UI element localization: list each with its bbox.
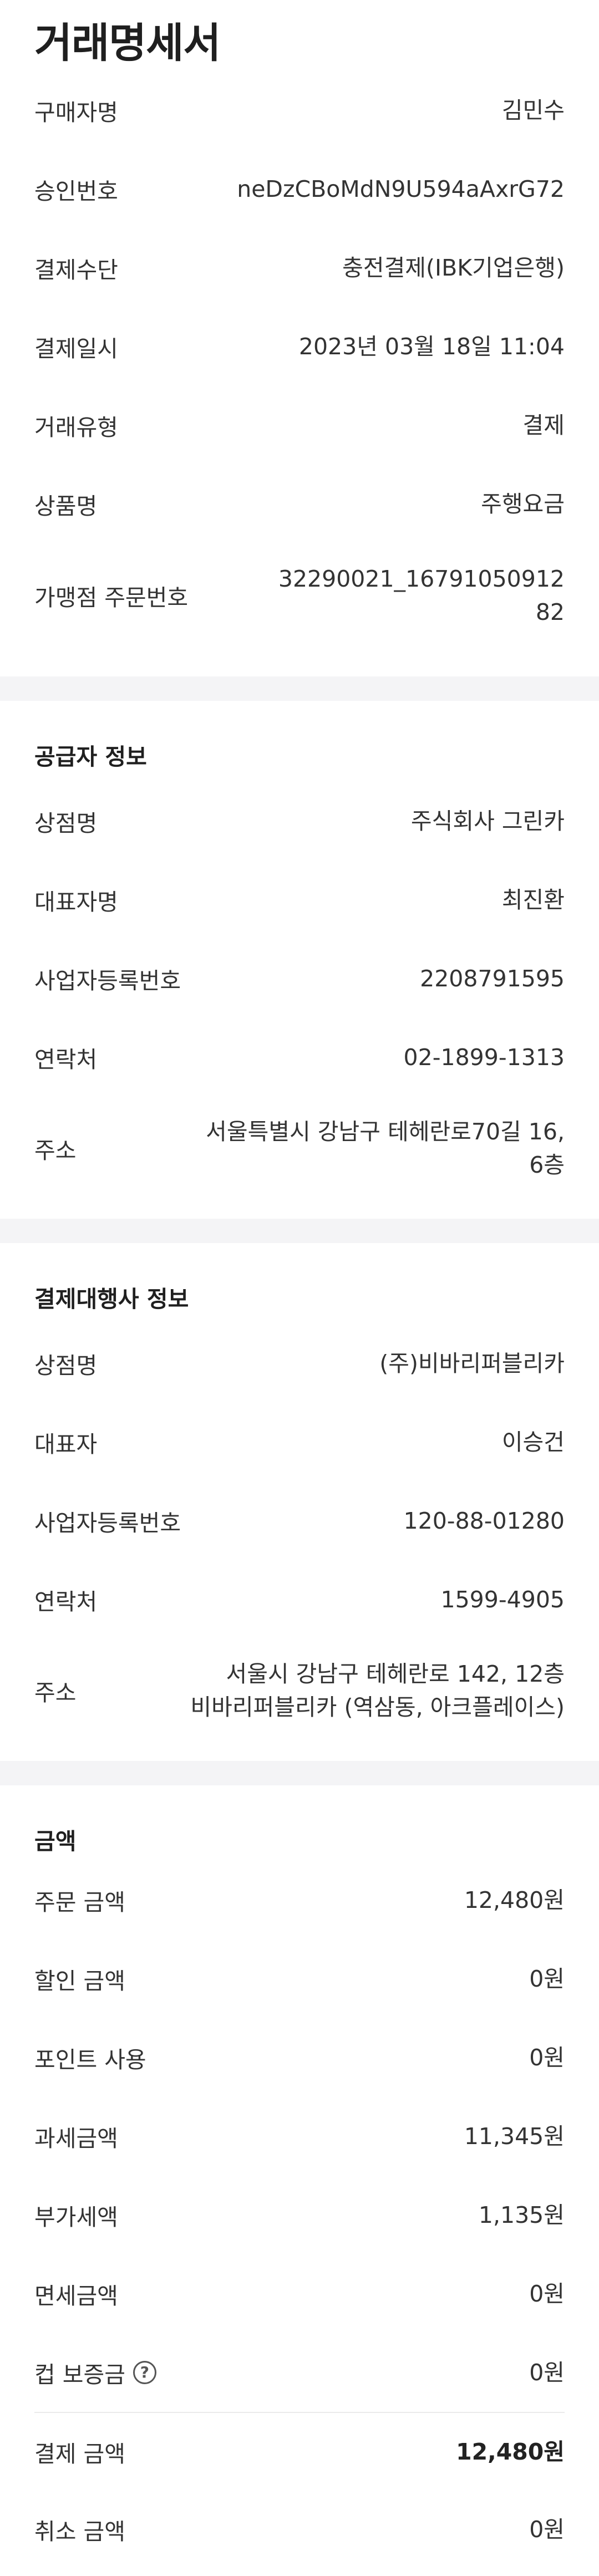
- row-supplier-business-number: 사업자등록번호 2208791595: [34, 939, 565, 1018]
- row-value: 서울시 강남구 테헤란로 142, 12층 비바리퍼블리카 (역삼동, 아크플레…: [190, 1657, 565, 1724]
- row-label: 면세금액: [34, 2283, 118, 2309]
- row-value: 0원: [529, 1966, 565, 1992]
- row-value: neDzCBoMdN9U594aAxrG72: [237, 176, 565, 202]
- row-payment-datetime: 결제일시 2023년 03월 18일 11:04: [34, 307, 565, 386]
- row-value: 02-1899-1313: [403, 1044, 565, 1071]
- row-point-usage: 포인트 사용 0원: [34, 2018, 565, 2097]
- row-value: 0원: [529, 2280, 565, 2307]
- row-value: 32290021_16791050912 82: [278, 562, 565, 629]
- row-label: 주소: [34, 1679, 77, 1706]
- row-value-line: 서울특별시 강남구 테헤란로70길 16,: [206, 1118, 565, 1145]
- row-vat-amount: 부가세액 1,135원: [34, 2176, 565, 2254]
- row-order-amount: 주문 금액 12,480원: [34, 1861, 565, 1939]
- row-value: 12,480원: [456, 2438, 565, 2465]
- row-value: 1599-4905: [440, 1586, 565, 1613]
- row-label: 결제 금액: [34, 2441, 125, 2467]
- row-agency-ceo: 대표자 이승건: [34, 1403, 565, 1482]
- row-value: 11,345원: [464, 2123, 565, 2150]
- row-value: 주행요금: [481, 491, 565, 517]
- row-agency-store-name: 상점명 (주)비바리퍼블리카: [34, 1324, 565, 1403]
- supplier-info-section: 공급자 정보 상점명 주식회사 그린카 대표자명 최진환 사업자등록번호 220…: [0, 701, 599, 1200]
- row-supplier-ceo: 대표자명 최진환: [34, 861, 565, 939]
- row-agency-contact: 연락처 1599-4905: [34, 1560, 565, 1639]
- row-label: 대표자명: [34, 889, 118, 915]
- row-label: 상점명: [34, 810, 98, 837]
- transaction-info-section: 구매자명 김민수 승인번호 neDzCBoMdN9U594aAxrG72 결제수…: [0, 71, 599, 648]
- page-title: 거래명세서: [34, 19, 221, 67]
- help-icon[interactable]: ?: [133, 2361, 156, 2384]
- row-label: 결제일시: [34, 335, 118, 362]
- row-label: 부가세액: [34, 2204, 118, 2231]
- row-value: 0원: [529, 2516, 565, 2543]
- section-header: 결제대행사 정보: [34, 1286, 189, 1312]
- row-agency-address: 주소 서울시 강남구 테헤란로 142, 12층 비바리퍼블리카 (역삼동, 아…: [34, 1639, 565, 1742]
- row-label: 연락처: [34, 1046, 98, 1073]
- row-value: 최진환: [501, 887, 565, 913]
- row-value: 2023년 03월 18일 11:04: [298, 333, 565, 360]
- row-label: 승인번호: [34, 178, 118, 205]
- row-value: 0원: [529, 2044, 565, 2071]
- row-payment-amount: 결제 금액 12,480원: [34, 2413, 565, 2491]
- row-value-line: 32290021_16791050912: [278, 566, 565, 592]
- row-label: 결제수단: [34, 257, 118, 283]
- row-label: 사업자등록번호: [34, 968, 181, 994]
- row-label: 대표자: [34, 1431, 98, 1458]
- row-tax-free-amount: 면세금액 0원: [34, 2254, 565, 2333]
- row-label: 사업자등록번호: [34, 1510, 181, 1536]
- row-value: 2208791595: [420, 965, 565, 992]
- row-label: 구매자명: [34, 99, 118, 126]
- row-label: 거래유형: [34, 414, 118, 441]
- row-value: 120-88-01280: [403, 1508, 565, 1534]
- row-transaction-type: 거래유형 결제: [34, 386, 565, 465]
- row-value: 주식회사 그린카: [410, 808, 565, 834]
- row-value: (주)비바리퍼블리카: [379, 1350, 565, 1377]
- row-taxable-amount: 과세금액 11,345원: [34, 2097, 565, 2176]
- row-value: 서울특별시 강남구 테헤란로70길 16, 6층: [206, 1115, 565, 1182]
- row-discount-amount: 할인 금액 0원: [34, 1939, 565, 2018]
- row-label: 상점명: [34, 1352, 98, 1379]
- row-value: 12,480원: [464, 1887, 565, 1913]
- row-value: 0원: [529, 2359, 565, 2386]
- row-label: 포인트 사용: [34, 2046, 146, 2073]
- row-value-line: 82: [535, 599, 565, 625]
- row-label: 주소: [34, 1137, 77, 1164]
- row-supplier-address: 주소 서울특별시 강남구 테헤란로70길 16, 6층: [34, 1097, 565, 1200]
- row-payment-method: 결제수단 충전결제(IBK기업은행): [34, 228, 565, 307]
- row-supplier-contact: 연락처 02-1899-1313: [34, 1018, 565, 1097]
- row-value-line: 6층: [529, 1152, 565, 1178]
- row-label: 취소 금액: [34, 2518, 125, 2545]
- row-supplier-store-name: 상점명 주식회사 그린카: [34, 782, 565, 861]
- row-agency-business-number: 사업자등록번호 120-88-01280: [34, 1482, 565, 1560]
- row-merchant-order-number: 가맹점 주문번호 32290021_16791050912 82: [34, 543, 565, 648]
- section-divider: [0, 1219, 599, 1243]
- row-label: 가맹점 주문번호: [34, 584, 189, 611]
- row-value: 충전결제(IBK기업은행): [342, 254, 565, 281]
- payment-agency-section: 결제대행사 정보 상점명 (주)비바리퍼블리카 대표자 이승건 사업자등록번호 …: [0, 1243, 599, 1742]
- row-value-line: 비바리퍼블리카 (역삼동, 아크플레이스): [190, 1694, 565, 1720]
- amount-section: 금액 주문 금액 12,480원 할인 금액 0원 포인트 사용 0원 과세금액…: [0, 1785, 599, 2568]
- row-approval-number: 승인번호 neDzCBoMdN9U594aAxrG72: [34, 150, 565, 228]
- row-label: 컵 보증금 ?: [34, 2356, 156, 2389]
- row-cancel-amount: 취소 금액 0원: [34, 2491, 565, 2568]
- row-value-line: 서울시 강남구 테헤란로 142, 12층: [226, 1661, 565, 1687]
- row-label: 할인 금액: [34, 1968, 125, 1994]
- row-value: 이승건: [501, 1429, 565, 1455]
- row-label-text: 컵 보증금: [34, 2361, 125, 2388]
- section-divider: [0, 1761, 599, 1785]
- row-product-name: 상품명 주행요금: [34, 465, 565, 543]
- row-label: 과세금액: [34, 2125, 118, 2152]
- section-header: 공급자 정보: [34, 744, 147, 770]
- row-label: 주문 금액: [34, 1889, 125, 1916]
- row-buyer-name: 구매자명 김민수: [34, 71, 565, 150]
- row-value: 결제: [522, 412, 565, 439]
- section-divider: [0, 676, 599, 701]
- row-label: 연락처: [34, 1589, 98, 1615]
- transaction-statement-page: 거래명세서 구매자명 김민수 승인번호 neDzCBoMdN9U594aAxrG…: [0, 0, 599, 2576]
- row-value: 김민수: [501, 97, 565, 124]
- row-label: 상품명: [34, 493, 98, 520]
- section-header: 금액: [34, 1828, 77, 1855]
- row-value: 1,135원: [478, 2202, 565, 2228]
- row-cup-deposit: 컵 보증금 ? 0원: [34, 2333, 565, 2412]
